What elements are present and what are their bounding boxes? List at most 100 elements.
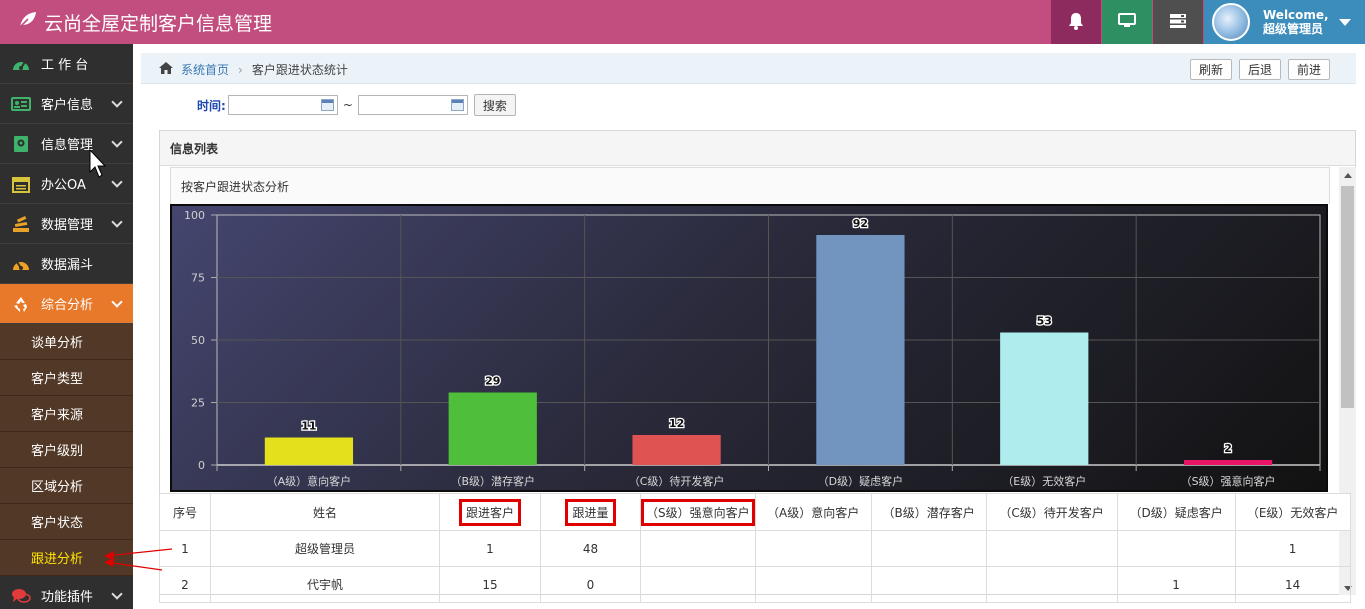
sidebar-item-analysis[interactable]: 综合分析 [0,284,133,324]
highlight-box: 跟进客户 [458,498,521,526]
y-tick-label: 75 [191,272,205,285]
sidebar-item-office-oa[interactable]: 办公OA [0,164,133,204]
data-label: 29 [485,375,500,388]
table-row[interactable]: 2 代宇帆 15 0 1 14 [159,566,1351,603]
sidebar-item-data-manage[interactable]: 数据管理 [0,204,133,244]
y-tick-label: 25 [191,397,205,410]
y-tick-label: 0 [198,459,205,472]
col-s-level[interactable]: （S级）强意向客户 [640,493,756,531]
search-row: 时间: ~ 搜索 [197,94,516,116]
top-header: 云尚全屋定制客户信息管理 Welcome, 超级管理员 [0,0,1365,44]
stack-icon [11,214,31,234]
sidebar-item-plugins[interactable]: 功能插件 [0,576,133,609]
user-name: 超级管理员 [1263,22,1324,36]
notifications-button[interactable] [1051,0,1101,44]
col-index[interactable]: 序号 [159,493,211,531]
chart-bar [632,435,721,465]
monitor-icon [1118,12,1136,32]
tasks-icon [1169,13,1187,32]
x-tick-label: （A级）意向客户 [267,474,352,488]
sidebar-subitem-followup-analysis[interactable]: 跟进分析 [0,540,133,576]
data-label: 11 [301,420,316,433]
col-name[interactable]: 姓名 [210,493,440,531]
col-a-level[interactable]: （A级）意向客户 [754,493,872,531]
chevron-down-icon [111,176,123,188]
tasks-button[interactable] [1153,0,1203,44]
breadcrumb: 系统首页 › 客户跟进状态统计 [158,61,348,78]
chart-bar [1000,332,1089,465]
gauge-icon [11,254,31,274]
sidebar-subitem-customer-type[interactable]: 客户类型 [0,360,133,396]
breadcrumb-home-link[interactable]: 系统首页 [181,61,229,78]
x-tick-label: （S级）强意向客户 [1181,474,1276,488]
bell-icon [1068,12,1084,33]
data-label: 12 [669,417,684,430]
calendar-icon[interactable] [450,99,464,111]
col-e-level[interactable]: （E级）无效客户 [1234,493,1351,531]
time-label: 时间: [197,98,226,113]
leaf-icon [18,11,44,34]
dashboard-icon [11,54,31,74]
forward-button[interactable]: 前进 [1288,59,1331,80]
id-card-icon [11,94,31,114]
info-box-icon [11,134,31,154]
sidebar-item-data-funnel[interactable]: 数据漏斗 [0,244,133,284]
sidebar-item-dashboard[interactable]: 工 作 台 [0,44,133,84]
breadcrumb-bar: 系统首页 › 客户跟进状态统计 刷新 后退 前进 [141,53,1356,84]
sidebar-subitem-customer-status[interactable]: 客户状态 [0,504,133,540]
calendar-icon[interactable] [320,99,334,111]
y-tick-label: 100 [184,209,205,222]
sidebar-item-customer-info[interactable]: 客户信息 [0,84,133,124]
data-label: 92 [853,217,868,230]
panel-title: 信息列表 [160,131,1355,166]
breadcrumb-separator: › [238,62,243,77]
col-c-level[interactable]: （C级）待开发客户 [985,493,1118,531]
refresh-button[interactable]: 刷新 [1190,59,1233,80]
chevron-down-icon [111,96,123,108]
chart-bar [264,437,354,465]
caret-down-icon [1338,18,1351,26]
col-d-level[interactable]: （D级）疑虑客户 [1116,493,1236,531]
col-b-level[interactable]: （B级）潜存客户 [870,493,987,531]
sidebar: 工 作 台 客户信息 信息管理 办公OA 数据管理 数据漏斗 综合分析 谈单分析… [0,44,133,609]
chevron-down-icon [111,588,123,600]
screen-button[interactable] [1102,0,1152,44]
followup-status-chart: 0 25 50 75 100 11 （A级）意向客户 29 （B级）潜存客户 12 （C级）待开发客… [170,204,1328,492]
sidebar-subitem-customer-level[interactable]: 客户级别 [0,432,133,468]
home-icon [158,61,174,78]
x-tick-label: （E级）无效客户 [1002,474,1086,488]
sidebar-subitem-customer-source[interactable]: 客户来源 [0,396,133,432]
table-row[interactable]: 1 超级管理员 1 48 1 [159,530,1351,567]
sidebar-subitem-deal-analysis[interactable]: 谈单分析 [0,324,133,360]
range-separator: ~ [342,98,353,112]
avatar [1212,3,1250,41]
col-followup-count[interactable]: 跟进量 [540,493,641,531]
followup-table: 序号 姓名 跟进客户 跟进量 （S级）强意向客户 （A级）意向客户 （B级）潜存… [159,493,1351,603]
scroll-thumb[interactable] [1341,186,1354,408]
calendar-icon [11,174,31,194]
start-date-input[interactable] [227,95,338,115]
app-logo[interactable]: 云尚全屋定制客户信息管理 [18,8,272,36]
chart-svg: 0 25 50 75 100 11 （A级）意向客户 29 （B级）潜存客户 12 （C级）待开发客… [184,209,1321,488]
x-tick-label: （D级）疑虑客户 [818,474,903,488]
sidebar-item-info-manage[interactable]: 信息管理 [0,124,133,164]
x-tick-label: （C级）待开发客户 [629,474,725,488]
chart-bar [448,392,537,465]
chevron-down-icon [111,216,123,228]
chevron-down-icon [111,296,123,308]
y-tick-label: 50 [191,334,205,347]
chevron-down-icon [111,136,123,148]
search-button[interactable]: 搜索 [473,94,516,116]
col-followup-customers[interactable]: 跟进客户 [439,493,541,531]
chart-bar [1183,460,1273,465]
user-menu[interactable]: Welcome, 超级管理员 [1204,0,1365,44]
chart-bar [816,235,905,465]
scroll-up-icon[interactable] [1344,173,1352,178]
x-tick-label: （B级）潜存客户 [450,474,535,488]
welcome-text: Welcome, [1263,8,1329,22]
table-header-row: 序号 姓名 跟进客户 跟进量 （S级）强意向客户 （A级）意向客户 （B级）潜存… [159,493,1351,531]
end-date-input[interactable] [357,95,468,115]
data-label: 2 [1224,442,1232,455]
sidebar-subitem-region-analysis[interactable]: 区域分析 [0,468,133,504]
back-button[interactable]: 后退 [1239,59,1282,80]
